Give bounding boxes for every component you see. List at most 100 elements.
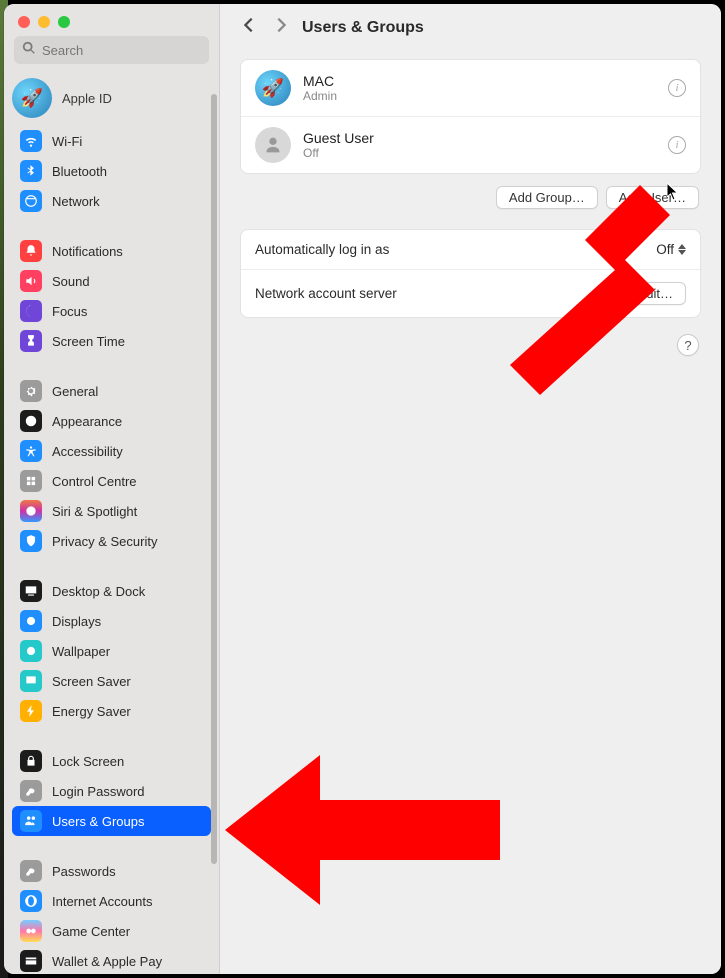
- sidebar-item-label: Passwords: [52, 864, 116, 879]
- sidebar-item-screen-time[interactable]: Screen Time: [12, 326, 211, 356]
- popup-arrows-icon: [678, 244, 686, 255]
- displays-icon: [20, 610, 42, 632]
- user-row[interactable]: Guest User Off i: [241, 117, 700, 173]
- sidebar-item-notifications[interactable]: Notifications: [12, 236, 211, 266]
- sidebar-item-focus[interactable]: Focus: [12, 296, 211, 326]
- zoom-window-button[interactable]: [58, 16, 70, 28]
- sidebar-item-game-center[interactable]: Game Center: [12, 916, 211, 946]
- user-row[interactable]: 🚀 MAC Admin i: [241, 60, 700, 117]
- game-center-icon: [20, 920, 42, 942]
- sidebar-item-wifi[interactable]: Wi-Fi: [12, 126, 211, 156]
- sidebar-item-label: Focus: [52, 304, 87, 319]
- users-list: 🚀 MAC Admin i Guest User Off: [240, 59, 701, 174]
- sidebar-item-appearance[interactable]: Appearance: [12, 406, 211, 436]
- sidebar-item-users-groups[interactable]: Users & Groups: [12, 806, 211, 836]
- edit-button[interactable]: Edit…: [625, 282, 686, 305]
- sidebar-item-label: Control Centre: [52, 474, 137, 489]
- sidebar-item-displays[interactable]: Displays: [12, 606, 211, 636]
- apple-id-label: Apple ID: [62, 91, 112, 106]
- sidebar-item-network[interactable]: Network: [12, 186, 211, 216]
- bluetooth-icon: [20, 160, 42, 182]
- login-settings: Automatically log in as Off Network acco…: [240, 229, 701, 318]
- sidebar-item-screen-saver[interactable]: Screen Saver: [12, 666, 211, 696]
- login-password-icon: [20, 780, 42, 802]
- sidebar-item-bluetooth[interactable]: Bluetooth: [12, 156, 211, 186]
- privacy-security-icon: [20, 530, 42, 552]
- search-icon: [22, 41, 42, 60]
- info-icon[interactable]: i: [668, 79, 686, 97]
- desktop-dock-icon: [20, 580, 42, 602]
- user-role: Admin: [303, 89, 337, 103]
- wallpaper-icon: [20, 640, 42, 662]
- nav-back-button[interactable]: [240, 16, 258, 39]
- header: Users & Groups: [220, 4, 721, 51]
- appearance-icon: [20, 410, 42, 432]
- siri-spotlight-icon: [20, 500, 42, 522]
- sidebar-item-wallpaper[interactable]: Wallpaper: [12, 636, 211, 666]
- minimize-window-button[interactable]: [38, 16, 50, 28]
- sidebar-item-label: Wallet & Apple Pay: [52, 954, 162, 969]
- sidebar-item-energy-saver[interactable]: Energy Saver: [12, 696, 211, 726]
- network-server-label: Network account server: [255, 286, 397, 301]
- sidebar: 🚀 Apple ID Wi-Fi Bluetooth Network Notifica…: [4, 4, 220, 974]
- internet-accounts-icon: [20, 890, 42, 912]
- sidebar-item-passwords[interactable]: Passwords: [12, 856, 211, 886]
- search-field[interactable]: [14, 36, 209, 64]
- users-groups-icon: [20, 810, 42, 832]
- network-icon: [20, 190, 42, 212]
- sidebar-item-desktop-dock[interactable]: Desktop & Dock: [12, 576, 211, 606]
- sidebar-item-label: Bluetooth: [52, 164, 107, 179]
- sidebar-item-login-password[interactable]: Login Password: [12, 776, 211, 806]
- apple-id-avatar: 🚀: [12, 78, 52, 118]
- auto-login-row[interactable]: Automatically log in as Off: [241, 230, 700, 270]
- sidebar-item-label: Energy Saver: [52, 704, 131, 719]
- page-title: Users & Groups: [302, 19, 424, 37]
- sidebar-item-label: Network: [52, 194, 100, 209]
- info-icon[interactable]: i: [668, 136, 686, 154]
- sidebar-item-label: Privacy & Security: [52, 534, 157, 549]
- sidebar-item-privacy-security[interactable]: Privacy & Security: [12, 526, 211, 556]
- sidebar-item-label: Siri & Spotlight: [52, 504, 137, 519]
- close-window-button[interactable]: [18, 16, 30, 28]
- focus-icon: [20, 300, 42, 322]
- sidebar-item-wallet-apple-pay[interactable]: Wallet & Apple Pay: [12, 946, 211, 974]
- sidebar-item-label: Appearance: [52, 414, 122, 429]
- main-panel: Users & Groups 🚀 MAC Admin i: [220, 4, 721, 974]
- sidebar-item-apple-id[interactable]: 🚀 Apple ID: [4, 74, 219, 122]
- sidebar-item-general[interactable]: General: [12, 376, 211, 406]
- auto-login-label: Automatically log in as: [255, 242, 389, 257]
- system-settings-window: 🚀 Apple ID Wi-Fi Bluetooth Network Notifica…: [4, 4, 721, 974]
- energy-saver-icon: [20, 700, 42, 722]
- sidebar-item-label: Accessibility: [52, 444, 123, 459]
- sidebar-scrollbar[interactable]: [211, 94, 217, 864]
- sidebar-item-internet-accounts[interactable]: Internet Accounts: [12, 886, 211, 916]
- network-server-row: Network account server Edit…: [241, 270, 700, 317]
- add-user-button[interactable]: Add User…: [606, 186, 699, 209]
- control-centre-icon: [20, 470, 42, 492]
- sidebar-item-lock-screen[interactable]: Lock Screen: [12, 746, 211, 776]
- sound-icon: [20, 270, 42, 292]
- guest-avatar-icon: [255, 127, 291, 163]
- sidebar-item-label: Login Password: [52, 784, 145, 799]
- sidebar-item-label: Lock Screen: [52, 754, 124, 769]
- sidebar-item-accessibility[interactable]: Accessibility: [12, 436, 211, 466]
- sidebar-scroll[interactable]: 🚀 Apple ID Wi-Fi Bluetooth Network Notifica…: [4, 74, 219, 974]
- help-button[interactable]: ?: [677, 334, 699, 356]
- sidebar-item-siri-spotlight[interactable]: Siri & Spotlight: [12, 496, 211, 526]
- passwords-icon: [20, 860, 42, 882]
- search-input[interactable]: [42, 43, 218, 58]
- sidebar-item-label: Wallpaper: [52, 644, 110, 659]
- sidebar-item-label: General: [52, 384, 98, 399]
- sidebar-item-label: Desktop & Dock: [52, 584, 145, 599]
- sidebar-item-sound[interactable]: Sound: [12, 266, 211, 296]
- user-avatar: 🚀: [255, 70, 291, 106]
- window-controls: [4, 4, 219, 36]
- sidebar-item-label: Wi-Fi: [52, 134, 82, 149]
- nav-forward-button[interactable]: [272, 16, 290, 39]
- wallet-apple-pay-icon: [20, 950, 42, 972]
- user-name: Guest User: [303, 130, 374, 146]
- accessibility-icon: [20, 440, 42, 462]
- sidebar-item-control-centre[interactable]: Control Centre: [12, 466, 211, 496]
- add-group-button[interactable]: Add Group…: [496, 186, 598, 209]
- auto-login-value: Off: [656, 242, 674, 257]
